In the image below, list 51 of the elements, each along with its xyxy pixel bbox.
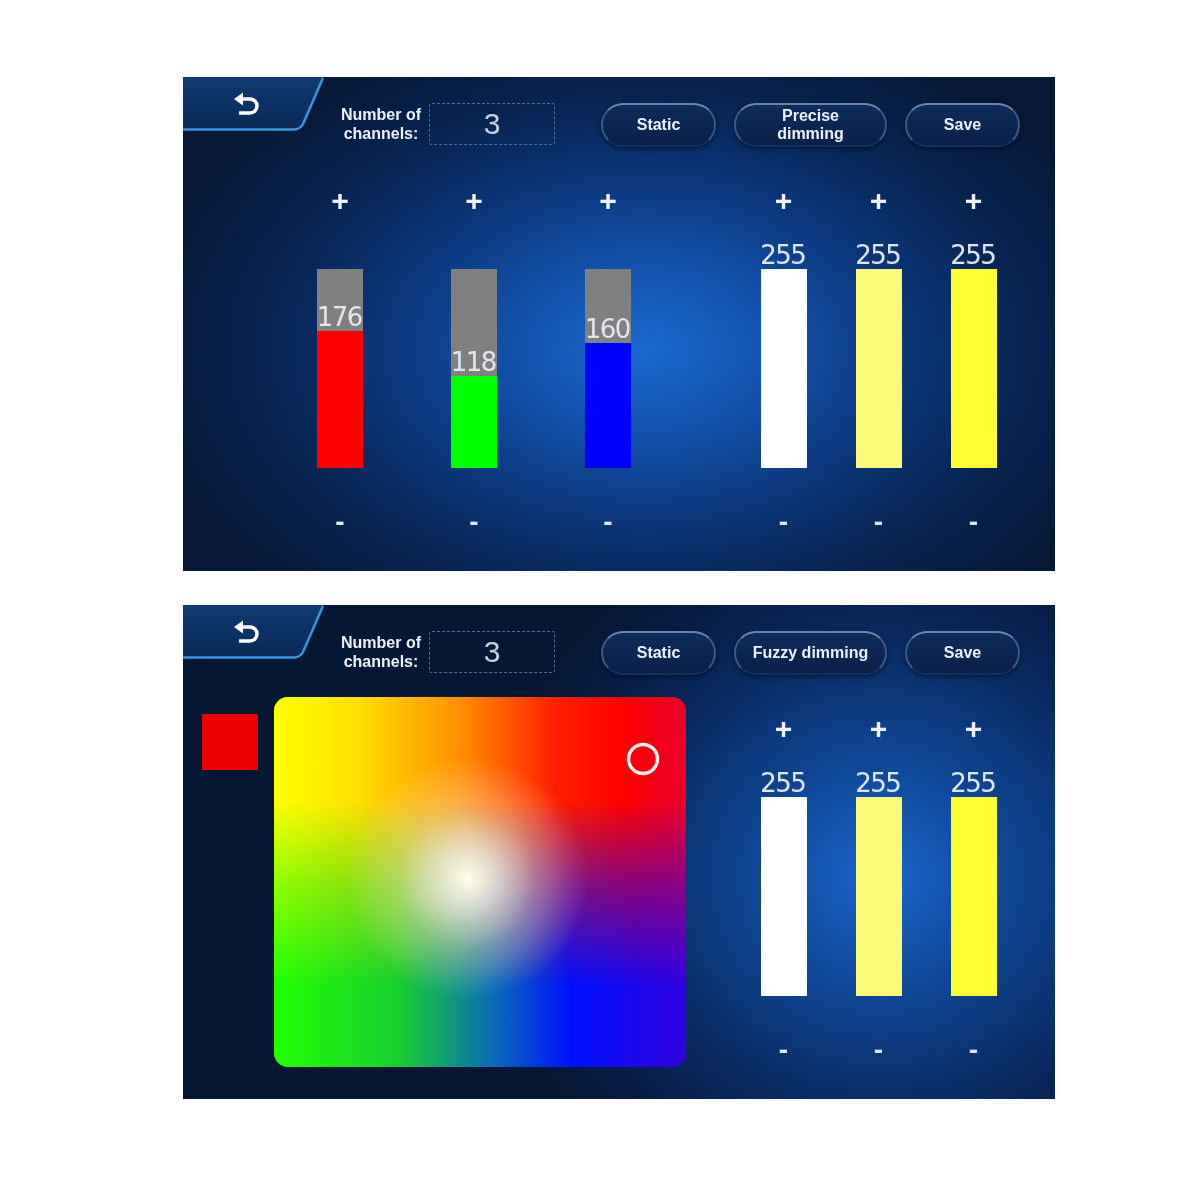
plus-button[interactable]: + xyxy=(960,714,987,744)
plus-button[interactable]: + xyxy=(327,186,353,216)
minus-button[interactable]: - xyxy=(964,508,983,536)
back-button[interactable] xyxy=(183,605,324,659)
value-label: 255 xyxy=(950,243,997,268)
channel-count-label: Number of channels: xyxy=(340,105,422,143)
minus-button[interactable]: - xyxy=(869,1036,888,1064)
back-button[interactable] xyxy=(183,77,324,131)
slider-bar[interactable] xyxy=(855,269,902,468)
value-label: 160 xyxy=(584,316,631,342)
slider-bar[interactable] xyxy=(950,269,997,468)
plus-button[interactable]: + xyxy=(960,186,987,216)
slider-track[interactable] xyxy=(451,269,497,468)
slider-bar[interactable] xyxy=(760,797,807,996)
channel-count-field[interactable]: 3 xyxy=(429,103,555,145)
value-label: 255 xyxy=(855,771,902,796)
plus-button[interactable]: + xyxy=(595,186,621,216)
selector-ring-icon xyxy=(626,742,661,777)
slider-track[interactable] xyxy=(317,269,363,468)
channel-count-field[interactable]: 3 xyxy=(429,631,555,673)
value-label: 255 xyxy=(950,771,997,796)
header-button[interactable]: Fuzzy dimming xyxy=(734,631,887,675)
slider-bar[interactable] xyxy=(855,797,902,996)
plus-button[interactable]: + xyxy=(770,186,797,216)
minus-button[interactable]: - xyxy=(465,508,483,536)
minus-button[interactable]: - xyxy=(964,1036,983,1064)
plus-button[interactable]: + xyxy=(865,714,892,744)
minus-button[interactable]: - xyxy=(869,508,888,536)
value-label: 255 xyxy=(855,243,902,268)
plus-button[interactable]: + xyxy=(770,714,797,744)
minus-button[interactable]: - xyxy=(599,508,617,536)
value-label: 255 xyxy=(760,771,807,796)
value-label: 118 xyxy=(450,350,497,376)
value-label: 255 xyxy=(760,243,807,268)
minus-button[interactable]: - xyxy=(774,508,793,536)
slider-bar[interactable] xyxy=(950,797,997,996)
plus-button[interactable]: + xyxy=(865,186,892,216)
plus-button[interactable]: + xyxy=(461,186,487,216)
value-label: 176 xyxy=(316,304,363,330)
slider-track[interactable] xyxy=(585,269,631,468)
minus-button[interactable]: - xyxy=(331,508,349,536)
back-arrow-icon xyxy=(233,620,261,644)
header-button[interactable]: Save xyxy=(905,103,1020,147)
header-button[interactable]: Precise dimming xyxy=(734,103,887,147)
slider-bar[interactable] xyxy=(760,269,807,468)
minus-button[interactable]: - xyxy=(774,1036,793,1064)
header-button[interactable]: Static xyxy=(601,631,716,675)
channel-count-label: Number of channels: xyxy=(340,633,422,671)
back-arrow-icon xyxy=(233,92,261,116)
header-button[interactable]: Static xyxy=(601,103,716,147)
header-button[interactable]: Save xyxy=(905,631,1020,675)
